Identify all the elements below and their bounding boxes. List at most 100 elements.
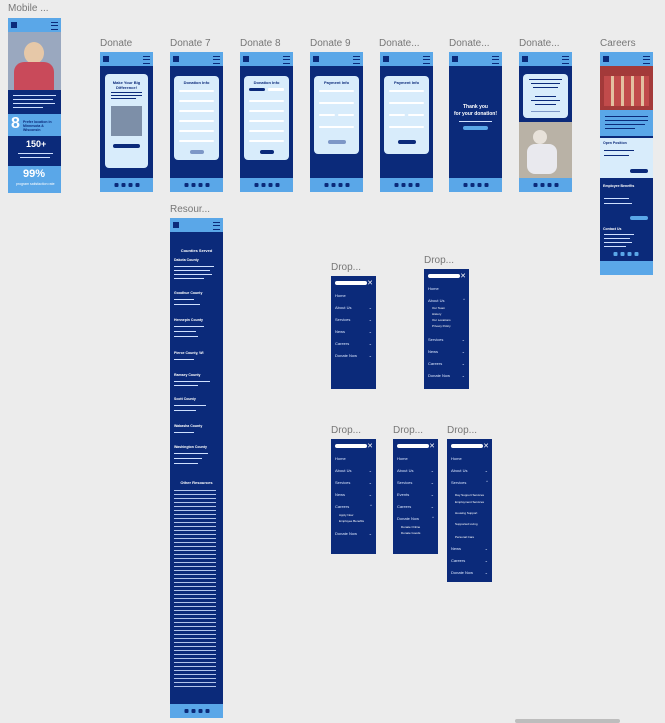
first-name-field[interactable]: [249, 110, 284, 112]
county-heading[interactable]: Washington County: [174, 445, 207, 449]
county-heading[interactable]: Hennepin County: [174, 318, 203, 322]
menu-item-services[interactable]: Services: [451, 480, 466, 485]
county-heading[interactable]: Goodhue County: [174, 291, 202, 295]
menu-item-home[interactable]: Home: [335, 293, 346, 298]
menu-icon[interactable]: [51, 22, 58, 30]
donate7-screen[interactable]: Donation Info: [170, 52, 223, 192]
submenu-item[interactable]: Personal Care: [455, 535, 474, 539]
menu-item-home[interactable]: Home: [335, 456, 346, 461]
submenu-item[interactable]: History: [432, 312, 441, 316]
menu-icon[interactable]: [283, 56, 290, 64]
frame-label-donate9[interactable]: Donate 9: [310, 38, 351, 49]
frequency-field[interactable]: [179, 100, 214, 102]
menu-item-about[interactable]: About Us: [397, 468, 413, 473]
submenu-item[interactable]: Our Locations: [432, 318, 451, 322]
donate-screen[interactable]: Make Your Big Difference!: [100, 52, 153, 192]
donate9-screen[interactable]: Payment Info: [310, 52, 363, 192]
menu-item-careers[interactable]: Careers: [451, 558, 465, 563]
social-icons[interactable]: [184, 709, 209, 713]
next-button[interactable]: [260, 150, 274, 154]
menu-item-news[interactable]: News: [451, 546, 461, 551]
social-icons[interactable]: [533, 183, 558, 187]
chevron-down-icon[interactable]: ⌄: [485, 546, 488, 551]
submenu-item[interactable]: Housing Support: [455, 511, 477, 515]
menu-icon[interactable]: [643, 56, 650, 64]
chevron-down-icon[interactable]: ⌄: [369, 468, 372, 473]
card-name-field[interactable]: [319, 90, 354, 92]
frame-label-careers[interactable]: Careers: [600, 38, 636, 49]
menu-item-donate[interactable]: Donate Now: [428, 373, 450, 378]
next-button[interactable]: [190, 150, 204, 154]
resources-screen[interactable]: Counties Served Dakota County Goodhue Co…: [170, 218, 223, 718]
dropdown-menu-5[interactable]: ✕ Home About Us ⌄ Services ^ Day Support S…: [447, 439, 492, 582]
learn-more-button[interactable]: [630, 169, 648, 173]
frame-label-donate10[interactable]: Donate...: [379, 38, 420, 49]
donate11-screen[interactable]: Thank you for your donation!: [449, 52, 502, 192]
frame-label-donate11[interactable]: Donate...: [449, 38, 490, 49]
chevron-down-icon[interactable]: ⌄: [369, 341, 372, 346]
frame-label-donate8[interactable]: Donate 8: [240, 38, 281, 49]
menu-item-news[interactable]: News: [335, 492, 345, 497]
submenu-item[interactable]: Donate Online: [401, 525, 420, 529]
frame-label-drop2[interactable]: Drop...: [424, 255, 454, 266]
frame-label-drop1[interactable]: Drop...: [331, 262, 361, 273]
chevron-down-icon[interactable]: ⌄: [462, 349, 465, 354]
return-home-button[interactable]: [463, 126, 488, 130]
search-input[interactable]: [451, 444, 483, 448]
menu-item-donate[interactable]: Donate Now: [335, 353, 357, 358]
chevron-up-icon[interactable]: ^: [463, 297, 465, 302]
county-heading[interactable]: Pierce County, WI: [174, 351, 204, 355]
frame-label-donate7[interactable]: Donate 7: [170, 38, 211, 49]
chevron-down-icon[interactable]: ⌄: [462, 373, 465, 378]
frame-label-resources[interactable]: Resour...: [170, 204, 210, 215]
search-input[interactable]: [335, 444, 367, 448]
chevron-down-icon[interactable]: ⌄: [431, 504, 434, 509]
chevron-down-icon[interactable]: ⌄: [431, 492, 434, 497]
search-input[interactable]: [428, 274, 460, 278]
menu-item-about[interactable]: About Us: [335, 305, 351, 310]
email-field[interactable]: [249, 130, 284, 132]
social-icons[interactable]: [254, 183, 279, 187]
complete-donation-button[interactable]: [398, 140, 416, 144]
menu-item-donate[interactable]: Donate Now: [397, 516, 419, 521]
menu-icon[interactable]: [143, 56, 150, 64]
submenu-item[interactable]: Apply Now: [339, 513, 353, 517]
menu-item-about[interactable]: About Us: [451, 468, 467, 473]
chevron-down-icon[interactable]: ⌄: [369, 317, 372, 322]
donate8-screen[interactable]: Donation Info: [240, 52, 293, 192]
amount-field[interactable]: [179, 90, 214, 92]
menu-item-donate[interactable]: Donate Now: [335, 531, 357, 536]
donate10-screen[interactable]: Payment Info: [380, 52, 433, 192]
submenu-item[interactable]: Donate Goods: [401, 531, 420, 535]
zip-field[interactable]: [389, 126, 424, 128]
menu-item-services[interactable]: Services: [397, 480, 412, 485]
submenu-item[interactable]: Day Support Services: [455, 493, 484, 497]
submenu-item[interactable]: Supported Living: [455, 522, 478, 526]
dropdown-menu-2[interactable]: ✕ Home About Us ^ Our Team History Our Lo…: [424, 269, 469, 389]
cvv-field[interactable]: [338, 114, 354, 116]
chevron-up-icon[interactable]: ^: [486, 479, 488, 484]
menu-item-news[interactable]: News: [335, 329, 345, 334]
donate12-screen[interactable]: [519, 52, 572, 192]
menu-item-services[interactable]: Services: [335, 480, 350, 485]
frame-label-mobile[interactable]: Mobile ...: [8, 3, 49, 14]
phone-field[interactable]: [179, 140, 214, 142]
menu-icon[interactable]: [213, 56, 220, 64]
submenu-item[interactable]: Employment Services: [455, 500, 484, 504]
chevron-down-icon[interactable]: ⌄: [369, 492, 372, 497]
chevron-down-icon[interactable]: ⌄: [485, 558, 488, 563]
menu-item-news[interactable]: News: [428, 349, 438, 354]
frame-label-donate[interactable]: Donate: [100, 38, 132, 49]
menu-item-about[interactable]: About Us: [428, 298, 444, 303]
chevron-down-icon[interactable]: ⌄: [462, 337, 465, 342]
dropdown-menu-4[interactable]: ✕ Home About Us ⌄ Services ⌄ Events ⌄ Caree…: [393, 439, 438, 554]
menu-item-events[interactable]: Events: [397, 492, 409, 497]
search-input[interactable]: [397, 444, 429, 448]
chevron-down-icon[interactable]: ⌄: [369, 305, 372, 310]
menu-item-careers[interactable]: Careers: [335, 504, 349, 509]
social-icons[interactable]: [184, 183, 209, 187]
chevron-down-icon[interactable]: ⌄: [431, 468, 434, 473]
frame-label-donate12[interactable]: Donate...: [519, 38, 560, 49]
last-name-field[interactable]: [249, 120, 284, 122]
social-icons[interactable]: [324, 183, 349, 187]
